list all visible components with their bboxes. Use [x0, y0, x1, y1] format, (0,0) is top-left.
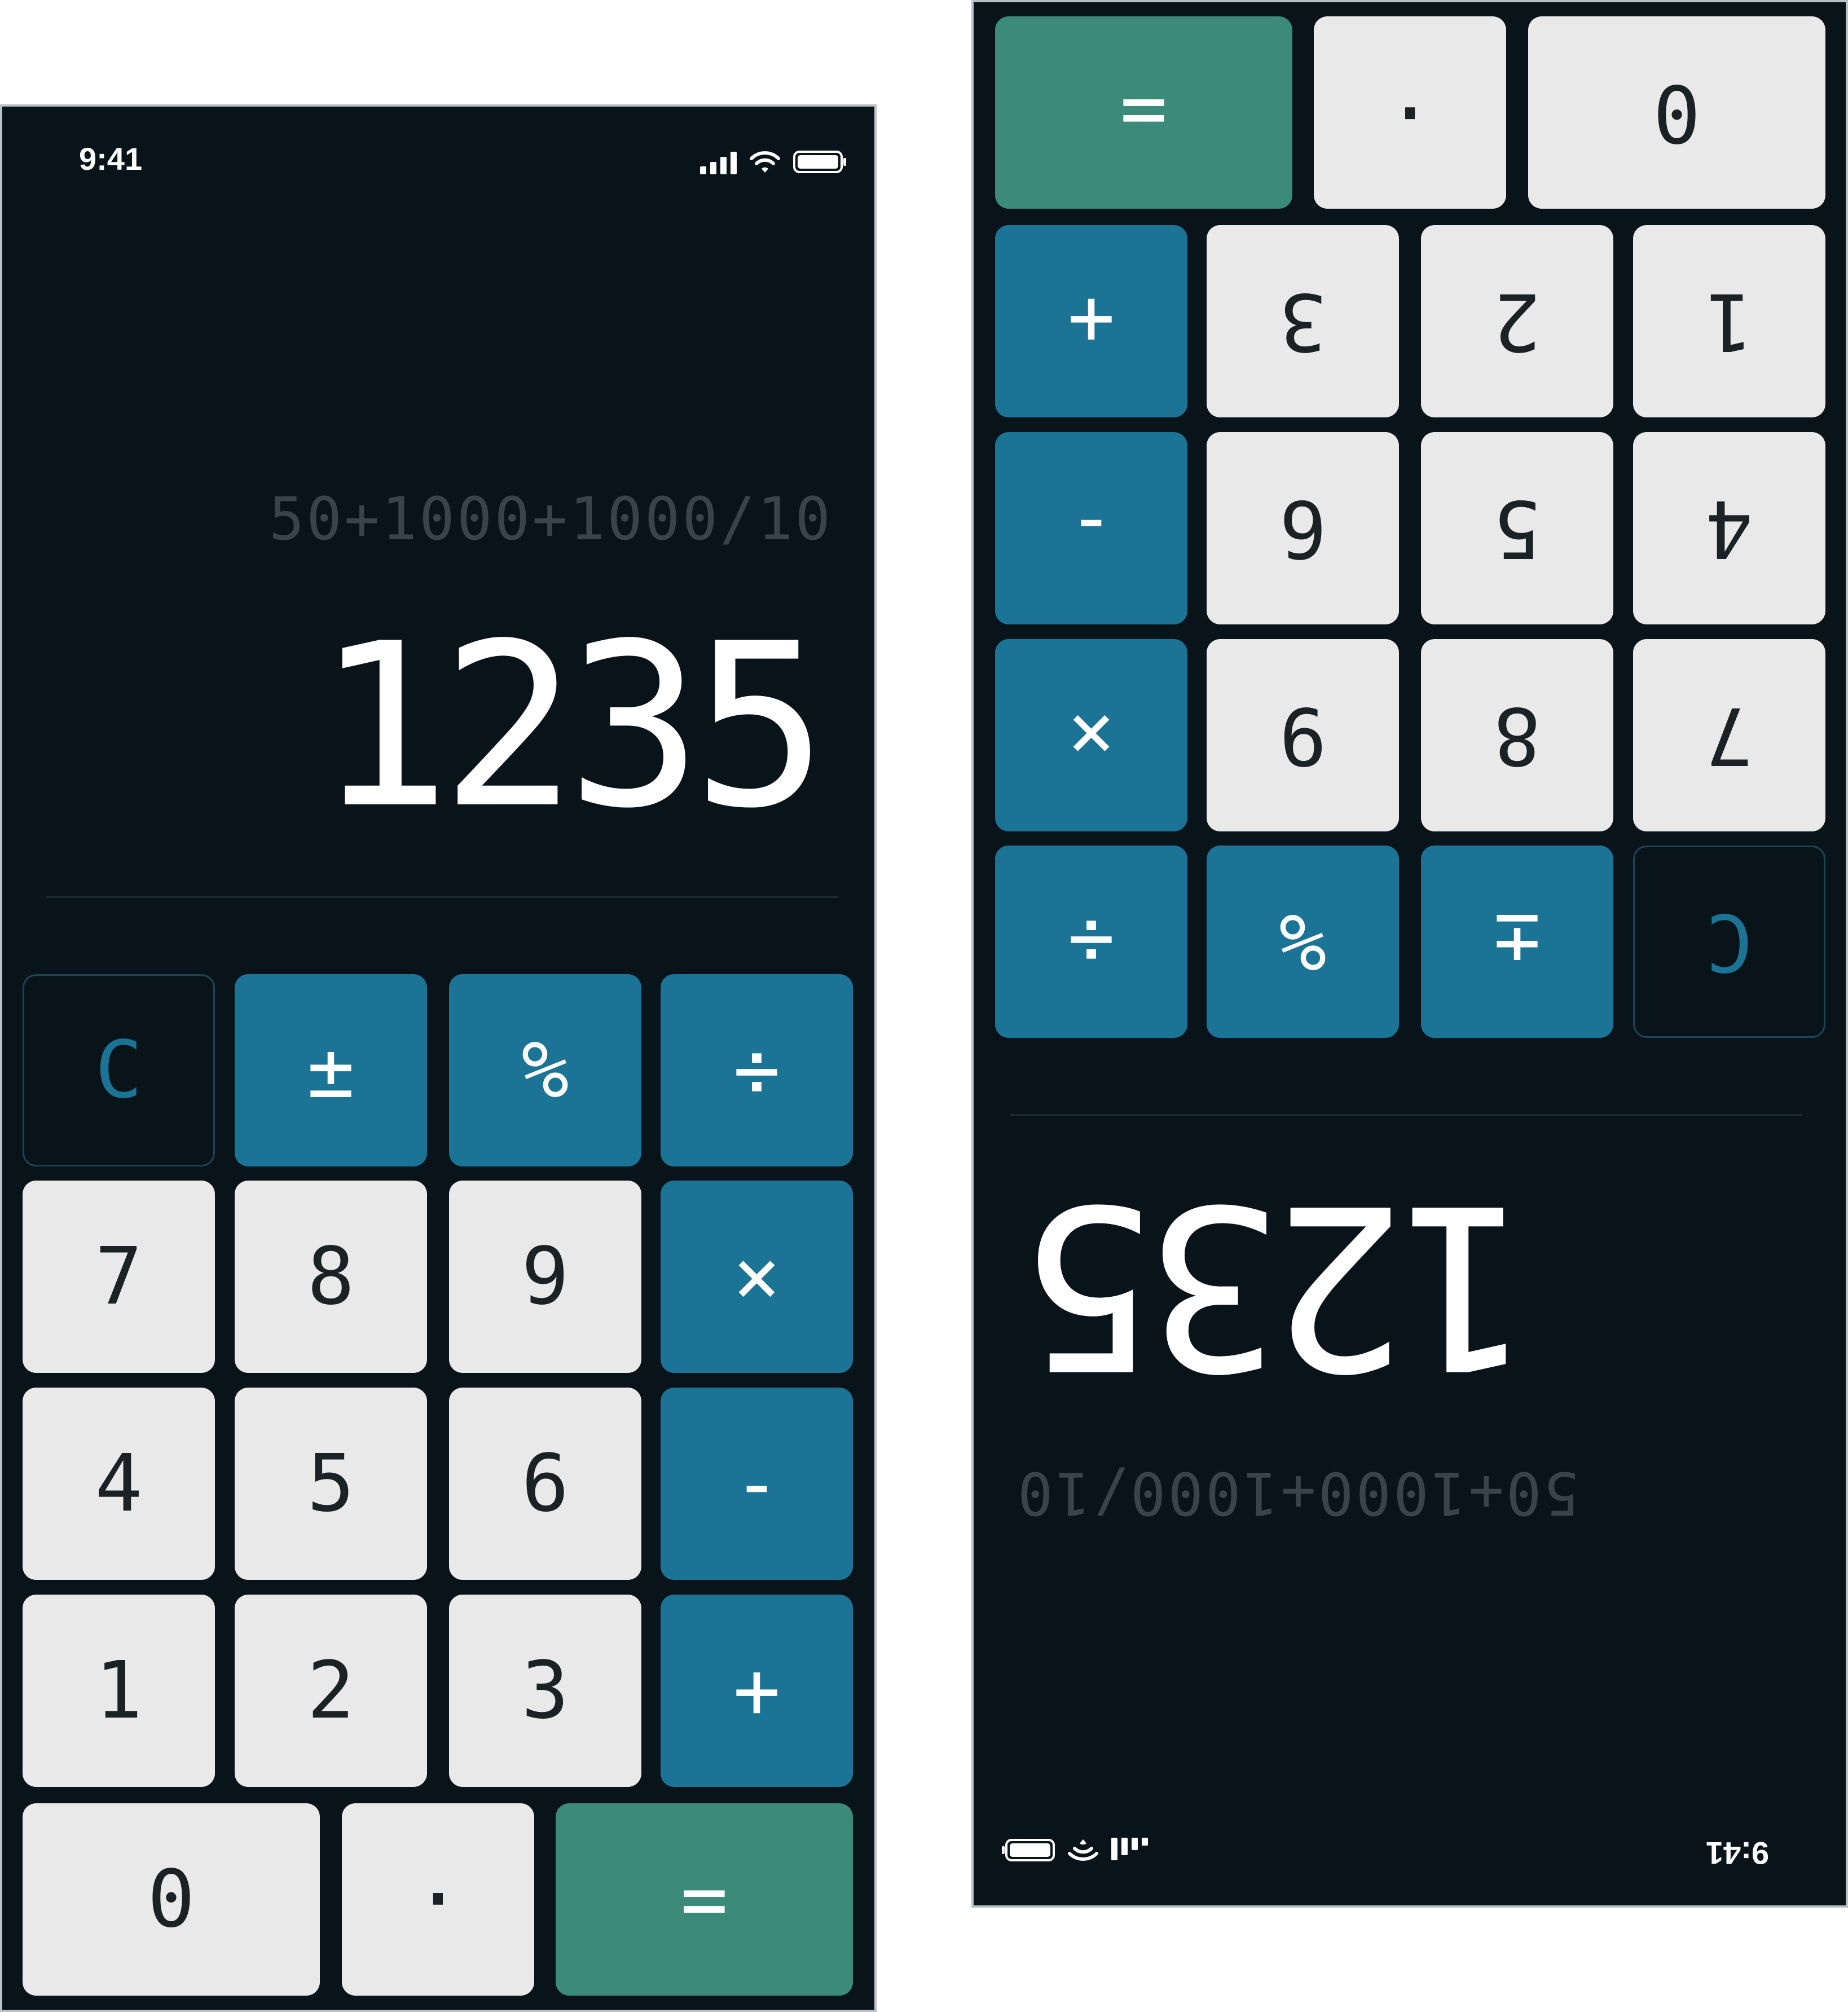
- digit-6-button[interactable]: 6: [449, 1388, 641, 1580]
- plus-minus-button[interactable]: ±: [1421, 846, 1613, 1038]
- digit-4-button[interactable]: 4: [23, 1388, 215, 1580]
- percent-button[interactable]: %: [1207, 846, 1399, 1038]
- battery-icon: [793, 149, 847, 174]
- expression-display: 50+1000+1000/10: [1015, 1459, 1579, 1527]
- result-display: 1235: [315, 596, 828, 858]
- expression-display: 50+1000+1000/10: [269, 485, 833, 553]
- digit-3-button[interactable]: 3: [449, 1595, 641, 1787]
- display-divider: [1010, 1114, 1802, 1116]
- plus-minus-button[interactable]: ±: [235, 974, 427, 1166]
- battery-icon: [1001, 1838, 1055, 1863]
- wifi-icon: [749, 149, 781, 174]
- equals-button[interactable]: =: [556, 1803, 853, 1996]
- display-divider: [46, 896, 838, 898]
- status-icons: [700, 146, 847, 174]
- digit-6-button[interactable]: 6: [1207, 432, 1399, 624]
- status-icons: [1001, 1838, 1148, 1866]
- cellular-signal-icon: [700, 149, 737, 174]
- status-bar: 9:41: [2, 107, 874, 236]
- status-time: 9:41: [79, 141, 143, 177]
- status-time: 9:41: [1705, 1835, 1769, 1871]
- minus-button[interactable]: -: [995, 432, 1187, 624]
- percent-button[interactable]: %: [449, 974, 641, 1166]
- result-display: 1235: [1030, 1154, 1533, 1416]
- digit-4-button[interactable]: 4: [1633, 432, 1825, 624]
- digit-7-button[interactable]: 7: [1633, 639, 1825, 831]
- cellular-signal-icon: [1111, 1838, 1148, 1863]
- digit-5-button[interactable]: 5: [235, 1388, 427, 1580]
- digit-8-button[interactable]: 8: [1421, 639, 1613, 831]
- plus-button[interactable]: +: [995, 225, 1187, 417]
- digit-1-button[interactable]: 1: [23, 1595, 215, 1787]
- decimal-button[interactable]: ·: [1314, 16, 1506, 209]
- equals-button[interactable]: =: [995, 16, 1292, 209]
- minus-button[interactable]: -: [661, 1388, 853, 1580]
- clear-button[interactable]: C: [23, 974, 215, 1166]
- multiply-button[interactable]: ×: [995, 639, 1187, 831]
- digit-9-button[interactable]: 9: [449, 1181, 641, 1373]
- digit-2-button[interactable]: 2: [235, 1595, 427, 1787]
- digit-7-button[interactable]: 7: [23, 1181, 215, 1373]
- digit-9-button[interactable]: 9: [1207, 639, 1399, 831]
- digit-2-button[interactable]: 2: [1421, 225, 1613, 417]
- digit-5-button[interactable]: 5: [1421, 432, 1613, 624]
- divide-button[interactable]: ÷: [661, 974, 853, 1166]
- clear-button[interactable]: C: [1633, 846, 1825, 1038]
- plus-button[interactable]: +: [661, 1595, 853, 1787]
- digit-8-button[interactable]: 8: [235, 1181, 427, 1373]
- calculator-screen-rotated: 9:41 50+1000+1000/10 1235 C ± % ÷ 7 8 9 …: [971, 0, 1848, 1908]
- calculator-screen: 9:41 50+1000+1000/10 1235 C ± % ÷ 7 8 9 …: [0, 104, 877, 2012]
- divide-button[interactable]: ÷: [995, 846, 1187, 1038]
- decimal-button[interactable]: ·: [342, 1803, 534, 1996]
- status-bar: 9:41: [974, 1776, 1846, 1905]
- digit-3-button[interactable]: 3: [1207, 225, 1399, 417]
- digit-0-button[interactable]: 0: [23, 1803, 320, 1996]
- digit-1-button[interactable]: 1: [1633, 225, 1825, 417]
- multiply-button[interactable]: ×: [661, 1181, 853, 1373]
- digit-0-button[interactable]: 0: [1528, 16, 1825, 209]
- wifi-icon: [1067, 1838, 1099, 1863]
